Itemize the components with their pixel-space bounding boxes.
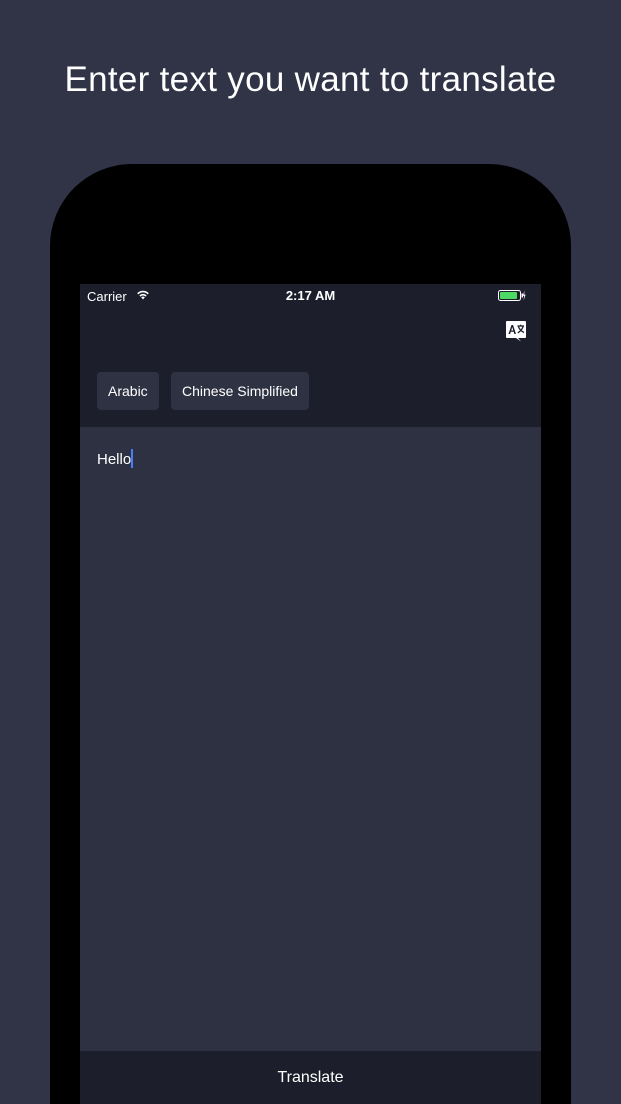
battery-charging-icon [498, 290, 526, 301]
source-language-button[interactable]: Arabic [97, 372, 159, 410]
translate-icon[interactable] [505, 320, 527, 342]
text-input[interactable]: Hello [97, 449, 134, 468]
status-time: 2:17 AM [285, 288, 336, 303]
text-input-area[interactable]: Hello [80, 427, 541, 1051]
status-bar: Carrier 2:17 AM [80, 284, 541, 308]
text-caret [131, 449, 134, 468]
target-language-button[interactable]: Chinese Simplified [171, 372, 309, 410]
headline: Enter text you want to translate [64, 60, 557, 99]
app-screen: Carrier 2:17 AM Arabic Chinese Simplifie… [80, 284, 541, 1104]
promo-page: Enter text you want to translate Carrier… [0, 0, 621, 1104]
translate-button[interactable]: Translate [80, 1051, 541, 1104]
input-value: Hello [97, 451, 132, 468]
nav-bar: Arabic Chinese Simplified [80, 308, 541, 427]
